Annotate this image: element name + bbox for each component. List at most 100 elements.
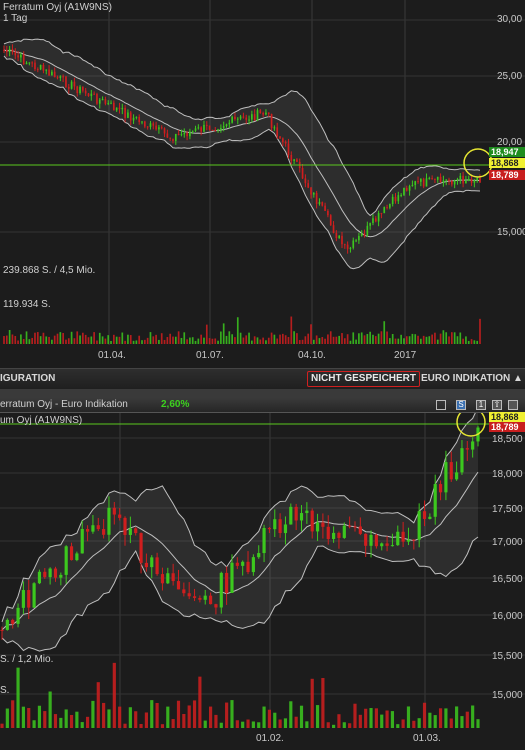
candle-body — [45, 69, 48, 71]
candle-body — [366, 225, 369, 236]
candle-body — [310, 510, 314, 532]
chart-toolbar: IGURATION NICHT GESPEICHERT EURO INDIKAT… — [0, 368, 525, 390]
bottom-window-title-bar[interactable]: erratum Oyj - Euro Indikation 2,60% S 1 … — [0, 398, 525, 413]
candle-body — [75, 553, 79, 561]
price-tag-last: 18,868 — [489, 158, 525, 168]
expand-icon[interactable]: ⇧ — [492, 400, 502, 410]
volume-bar — [453, 332, 456, 344]
candle-body — [324, 205, 326, 211]
candle-body — [180, 134, 183, 136]
candle-body — [460, 448, 464, 473]
candle-body — [431, 177, 433, 179]
one-icon[interactable]: 1 — [476, 400, 486, 410]
candle-body — [310, 187, 312, 195]
s-icon[interactable]: S — [456, 400, 466, 410]
volume-bar — [444, 708, 448, 728]
candle-body — [53, 71, 56, 78]
candle-body — [390, 545, 395, 547]
volume-bar — [348, 723, 352, 728]
volume-bar — [228, 331, 231, 344]
volume-bar — [11, 700, 15, 728]
volume-bar — [434, 332, 436, 344]
panel-divider[interactable] — [0, 389, 525, 398]
candle-body — [189, 131, 191, 137]
candle-body — [444, 462, 448, 493]
candle-body — [471, 441, 475, 450]
volume-bar — [431, 334, 433, 344]
volume-bar — [163, 339, 166, 344]
volume-bar — [332, 724, 336, 728]
volume-bar — [450, 332, 453, 344]
candle-body — [282, 138, 284, 143]
candle-body — [385, 543, 389, 546]
top-chart-title: Ferratum Oyj (A1W9NS) — [3, 2, 112, 13]
bottom-chart-canvas[interactable] — [0, 398, 525, 750]
candle-body — [445, 179, 448, 181]
candle-body — [301, 168, 304, 179]
bottom-y-tick: 15,000 — [492, 690, 523, 701]
candle-body — [230, 562, 234, 593]
candle-body — [143, 121, 146, 127]
candle-body — [442, 180, 445, 183]
volume-bar — [397, 338, 400, 344]
candle-body — [155, 125, 157, 130]
candle-body — [294, 506, 298, 521]
candle-body — [146, 126, 149, 128]
volume-bar — [476, 719, 480, 728]
volume-bar — [84, 334, 87, 344]
candle-body — [115, 107, 118, 111]
volume-bar — [358, 714, 362, 728]
candle-body — [96, 94, 98, 104]
volume-bar — [132, 340, 135, 344]
candle-body — [248, 119, 250, 121]
candle-body — [396, 531, 400, 546]
volume-bar — [439, 333, 442, 344]
candle-body — [198, 597, 202, 600]
volume-bar — [98, 332, 101, 344]
volume-bar — [363, 335, 366, 344]
volume-bar — [369, 331, 371, 344]
volume-bar — [65, 339, 67, 344]
candle-body — [73, 81, 76, 87]
volume-bar — [25, 331, 28, 344]
volume-bar — [294, 716, 298, 728]
volume-bar — [208, 338, 211, 344]
volume-bar — [343, 338, 346, 344]
not-saved-button[interactable]: NICHT GESPEICHERT — [307, 371, 421, 387]
euro-indication-menu[interactable]: EURO INDIKATION ▲ — [421, 373, 523, 384]
candle-body — [171, 573, 175, 582]
volume-bar — [386, 331, 388, 344]
volume-bar — [217, 340, 219, 344]
volume-bar — [360, 332, 363, 344]
configuration-menu[interactable]: IGURATION — [0, 373, 55, 384]
volume-bar — [225, 335, 228, 344]
candle-body — [110, 102, 112, 104]
volume-bar — [113, 334, 115, 344]
candle-body — [127, 112, 129, 118]
checkbox-icon[interactable] — [436, 400, 446, 410]
candle-body — [470, 178, 473, 183]
volume-bar — [59, 717, 63, 728]
volume-bar — [192, 700, 197, 728]
volume-bar — [48, 691, 52, 728]
top-chart-panel[interactable]: Ferratum Oyj (A1W9NS) 1 Tag 239.868 S. /… — [0, 0, 525, 368]
volume-bar — [298, 340, 301, 344]
close-icon[interactable] — [508, 400, 518, 410]
candle-body — [82, 86, 84, 91]
candle-body — [150, 557, 154, 568]
candle-body — [428, 516, 432, 519]
volume-bar — [396, 724, 400, 728]
top-chart-canvas[interactable] — [0, 0, 525, 368]
volume-bar — [400, 334, 402, 344]
volume-bar — [149, 332, 152, 344]
candle-body — [438, 484, 443, 493]
candle-body — [293, 159, 295, 161]
candle-body — [203, 124, 205, 132]
candle-body — [139, 533, 143, 563]
volume-bar — [256, 337, 259, 344]
top-x-tick: 01.04. — [98, 350, 126, 361]
bottom-chart-panel[interactable]: erratum Oyj - Euro Indikation 2,60% S 1 … — [0, 398, 525, 750]
volume-bar — [315, 335, 318, 344]
volume-bar — [82, 332, 84, 344]
volume-bar — [75, 711, 79, 728]
